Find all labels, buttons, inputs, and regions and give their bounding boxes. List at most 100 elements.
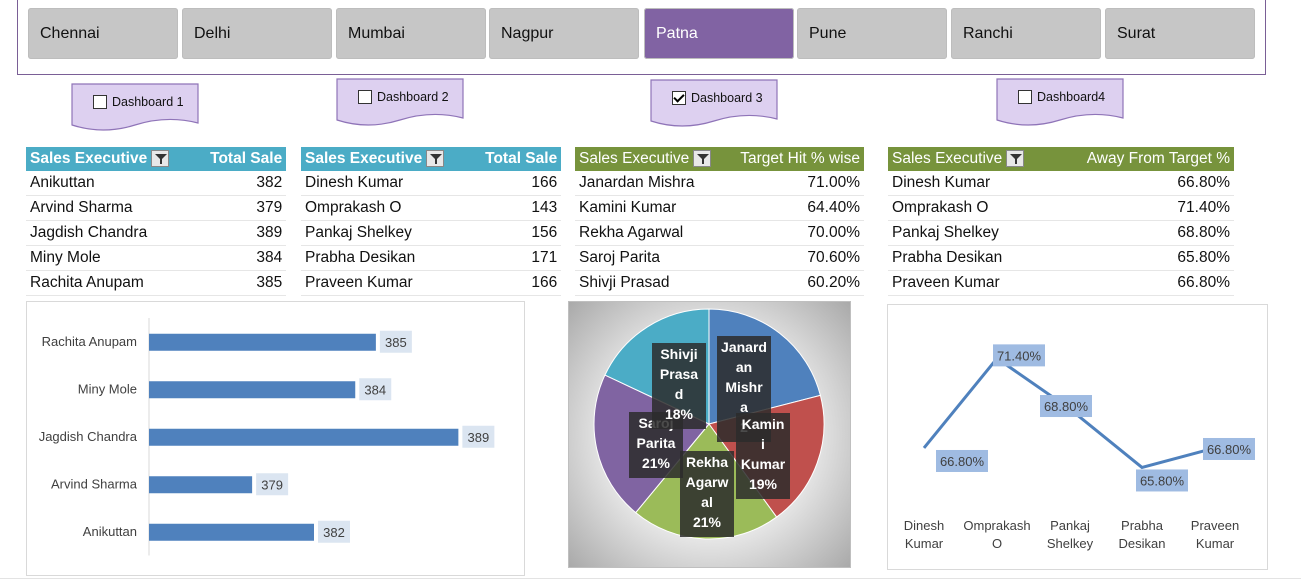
pivot-table-3: Sales Executive Target Hit % wise Janardan… — [575, 147, 864, 296]
dashboard-label: Dashboard 3 — [691, 91, 763, 105]
sales-executive-cell[interactable]: Dinesh Kumar — [888, 171, 1046, 196]
sales-executive-cell[interactable]: Omprakash O — [301, 195, 449, 221]
filter-dropdown-icon[interactable] — [693, 150, 712, 168]
pie-data-label: Kumar — [741, 456, 786, 472]
value-cell[interactable]: 60.20% — [716, 270, 864, 296]
pie-chart-panel[interactable]: JanardanMishra2KaminiKumar19%RekhaAgarwa… — [568, 301, 851, 568]
sales-executive-cell[interactable]: Rekha Agarwal — [575, 220, 716, 246]
checkbox-icon[interactable] — [1018, 90, 1032, 104]
value-cell[interactable]: 71.40% — [1046, 195, 1234, 221]
dashboard-checkbox-3[interactable]: Dashboard 3 — [672, 91, 763, 105]
value-cell[interactable]: 143 — [448, 195, 562, 221]
dashboard-checkbox-2[interactable]: Dashboard 2 — [358, 90, 449, 104]
pie-data-label: 19% — [749, 476, 778, 492]
bar[interactable] — [149, 381, 356, 399]
sales-executive-cell[interactable]: Dinesh Kumar — [301, 171, 449, 196]
table-row: Janardan Mishra 71.00% — [575, 171, 864, 196]
table-row: Arvind Sharma 379 — [26, 195, 287, 221]
sales-executive-cell[interactable]: Arvind Sharma — [26, 195, 174, 221]
dashboard-label: Dashboard 1 — [112, 95, 184, 109]
header-label: Sales Executive — [579, 150, 690, 167]
dashboard-checkbox-4[interactable]: Dashboard4 — [1018, 90, 1105, 104]
sales-executive-cell[interactable]: Praveen Kumar — [888, 270, 1046, 296]
bar[interactable] — [149, 523, 314, 541]
value-cell[interactable]: 71.00% — [716, 171, 864, 196]
slicer-item-ranchi[interactable]: Ranchi — [951, 8, 1101, 59]
pie-data-label: 18% — [665, 406, 694, 422]
bar[interactable] — [149, 333, 376, 351]
slicer-item-mumbai[interactable]: Mumbai — [336, 8, 486, 59]
value-cell[interactable]: 171 — [448, 245, 562, 271]
sales-executive-cell[interactable]: Prabha Desikan — [888, 245, 1046, 271]
column-header-sales-executive: Sales Executive — [888, 147, 1046, 171]
table-row: Omprakash O 71.40% — [888, 195, 1234, 221]
bar-category-label: Anikuttan — [83, 524, 137, 539]
value-cell[interactable]: 68.80% — [1046, 220, 1234, 246]
sales-executive-cell[interactable]: Praveen Kumar — [301, 270, 449, 296]
slicer-item-nagpur[interactable]: Nagpur — [489, 8, 639, 59]
bar-data-label: 385 — [385, 335, 407, 350]
value-cell[interactable]: 166 — [448, 171, 562, 196]
value-cell[interactable]: 70.60% — [716, 245, 864, 271]
sales-executive-cell[interactable]: Pankaj Shelkey — [888, 220, 1046, 246]
value-cell[interactable]: 379 — [173, 195, 287, 221]
filter-dropdown-icon[interactable] — [426, 150, 445, 168]
sales-executive-cell[interactable]: Rachita Anupam — [26, 270, 174, 296]
dashboard-callout-3: Dashboard 3 — [650, 79, 778, 135]
sales-executive-cell[interactable]: Miny Mole — [26, 245, 174, 271]
checkbox-icon[interactable] — [358, 90, 372, 104]
sales-executive-cell[interactable]: Prabha Desikan — [301, 245, 449, 271]
value-cell[interactable]: 384 — [173, 245, 287, 271]
bar-chart-panel[interactable]: Rachita Anupam 385 Miny Mole 384 Jagdish Cha… — [26, 301, 525, 576]
header-label: Sales Executive — [305, 150, 423, 167]
table-row: Anikuttan 382 — [26, 171, 287, 196]
checkbox-icon[interactable] — [672, 91, 686, 105]
table-row: Omprakash O 143 — [301, 195, 562, 221]
pie-data-label: Mishr — [725, 379, 763, 395]
bar[interactable] — [149, 428, 459, 446]
sales-executive-cell[interactable]: Jagdish Chandra — [26, 220, 174, 246]
bar-data-label: 379 — [261, 477, 283, 492]
value-cell[interactable]: 389 — [173, 220, 287, 246]
pie-data-label: d — [675, 386, 684, 402]
sales-executive-cell[interactable]: Shivji Prasad — [575, 270, 716, 296]
slicer-item-delhi[interactable]: Delhi — [182, 8, 332, 59]
value-cell[interactable]: 156 — [448, 220, 562, 246]
pie-data-label: Parita — [637, 435, 676, 451]
value-cell[interactable]: 385 — [173, 270, 287, 296]
pie-data-label: Prasa — [660, 366, 698, 382]
bar[interactable] — [149, 476, 253, 494]
column-header-sales-executive: Sales Executive — [26, 147, 173, 171]
slicer-item-patna[interactable]: Patna — [644, 8, 794, 59]
checkbox-icon[interactable] — [93, 95, 107, 109]
sales-executive-cell[interactable]: Anikuttan — [26, 171, 174, 196]
sales-executive-cell[interactable]: Omprakash O — [888, 195, 1046, 221]
dashboard-checkbox-1[interactable]: Dashboard 1 — [93, 95, 184, 109]
sales-executive-cell[interactable]: Kamini Kumar — [575, 195, 716, 221]
pie-data-label: Rekha — [686, 454, 728, 470]
value-cell[interactable]: 166 — [448, 270, 562, 296]
value-cell[interactable]: 70.00% — [716, 220, 864, 246]
slicer-item-pune[interactable]: Pune — [797, 8, 947, 59]
value-cell[interactable]: 65.80% — [1046, 245, 1234, 271]
pie-data-label: a — [740, 399, 748, 415]
value-cell[interactable]: 382 — [173, 171, 287, 196]
pie-data-label: al — [701, 494, 713, 510]
column-header-value: Total Sale — [210, 150, 283, 167]
sales-executive-cell[interactable]: Pankaj Shelkey — [301, 220, 449, 246]
filter-dropdown-icon[interactable] — [1006, 150, 1025, 168]
value-cell[interactable]: 66.80% — [1046, 171, 1234, 196]
sales-executive-cell[interactable]: Janardan Mishra — [575, 171, 716, 196]
value-cell[interactable]: 64.40% — [716, 195, 864, 221]
line-category-label: Dinesh — [904, 518, 944, 533]
slicer-item-chennai[interactable]: Chennai — [28, 8, 178, 59]
pie-data-label: Shivji — [660, 346, 697, 362]
header-label: Sales Executive — [892, 150, 1003, 167]
filter-dropdown-icon[interactable] — [151, 150, 170, 168]
value-cell[interactable]: 66.80% — [1046, 270, 1234, 296]
pie-data-label: 21% — [693, 514, 722, 530]
line-chart-panel[interactable]: 66.80% 71.40% 68.80% 65.80% 66.80% Dinesh Kuma… — [887, 304, 1268, 570]
column-header-sales-executive: Sales Executive — [301, 147, 448, 171]
slicer-item-surat[interactable]: Surat — [1105, 8, 1255, 59]
sales-executive-cell[interactable]: Saroj Parita — [575, 245, 716, 271]
